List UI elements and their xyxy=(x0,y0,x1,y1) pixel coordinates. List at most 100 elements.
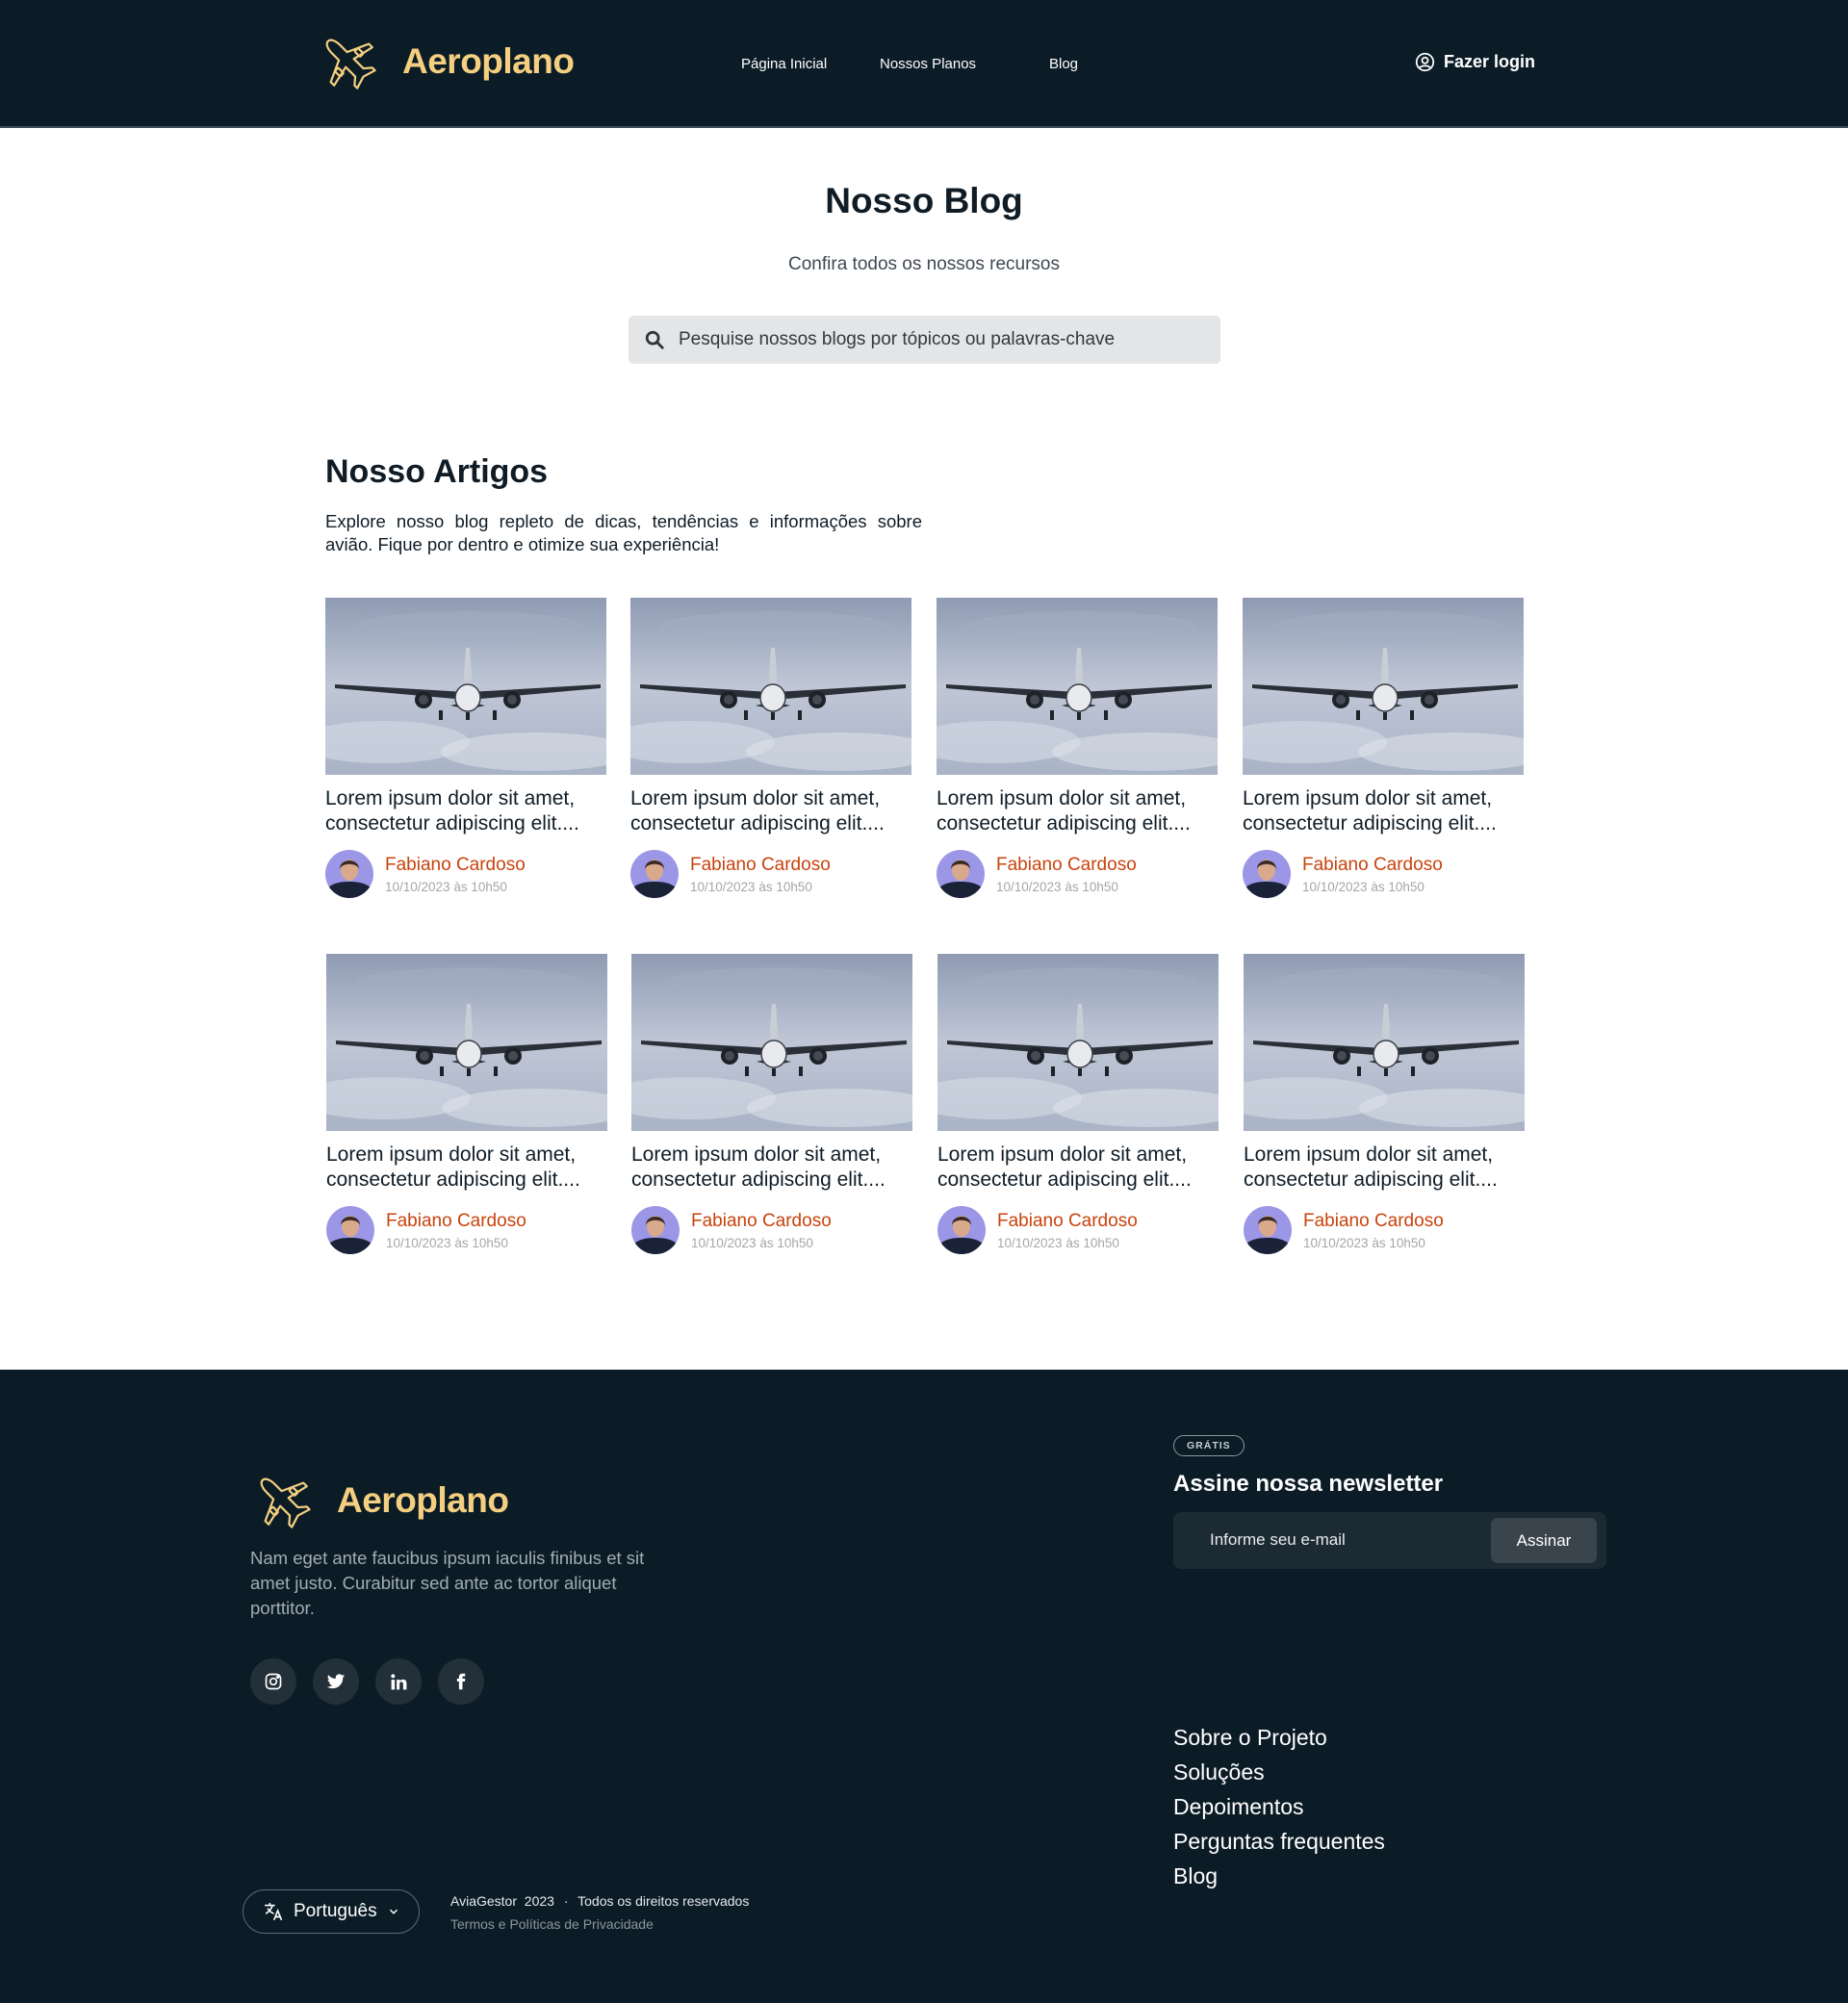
article-author: Fabiano Cardoso 10/10/2023 às 10h50 xyxy=(630,850,911,898)
footer-brand-name: Aeroplano xyxy=(337,1480,509,1520)
social-links xyxy=(250,1658,484,1705)
article-card[interactable]: Lorem ipsum dolor sit amet, consectetur a… xyxy=(937,954,1219,1254)
nav-link-plans[interactable]: Nossos Planos xyxy=(880,56,976,72)
author-avatar xyxy=(937,1206,986,1254)
copyright: AviaGestor 2023 · Todos os direitos rese… xyxy=(450,1893,750,1909)
article-date: 10/10/2023 às 10h50 xyxy=(691,1235,813,1250)
chevron-down-icon xyxy=(389,1909,398,1914)
article-title[interactable]: Lorem ipsum dolor sit amet, consectetur a… xyxy=(630,786,919,836)
facebook-icon[interactable] xyxy=(438,1658,484,1705)
brand-logo[interactable]: Aeroplano xyxy=(316,29,575,94)
author-name[interactable]: Fabiano Cardoso xyxy=(386,1211,526,1232)
article-author: Fabiano Cardoso 10/10/2023 às 10h50 xyxy=(1244,1206,1525,1254)
article-author: Fabiano Cardoso 10/10/2023 às 10h50 xyxy=(326,1206,607,1254)
author-name[interactable]: Fabiano Cardoso xyxy=(385,855,526,876)
article-date: 10/10/2023 às 10h50 xyxy=(1303,1235,1425,1250)
footer-link-about[interactable]: Sobre o Projeto xyxy=(1173,1720,1385,1755)
copyright-company: AviaGestor xyxy=(450,1893,517,1909)
article-date: 10/10/2023 às 10h50 xyxy=(386,1235,508,1250)
author-name[interactable]: Fabiano Cardoso xyxy=(996,855,1137,876)
article-date: 10/10/2023 às 10h50 xyxy=(1302,879,1424,894)
airplane-logo-icon xyxy=(260,1477,311,1528)
article-card[interactable]: Lorem ipsum dolor sit amet, consectetur a… xyxy=(630,598,911,898)
language-selector[interactable]: Português xyxy=(243,1889,420,1934)
login-button[interactable]: Fazer login xyxy=(1415,52,1535,72)
brand-name: Aeroplano xyxy=(402,41,575,81)
twitter-icon[interactable] xyxy=(313,1658,359,1705)
footer-brand-logo[interactable]: Aeroplano xyxy=(250,1468,509,1533)
author-name[interactable]: Fabiano Cardoso xyxy=(691,1211,832,1232)
linkedin-icon[interactable] xyxy=(375,1658,422,1705)
author-avatar xyxy=(631,1206,680,1254)
instagram-icon[interactable] xyxy=(250,1658,296,1705)
top-navbar: Aeroplano Página Inicial Nossos Planos B… xyxy=(0,0,1848,128)
article-date: 10/10/2023 às 10h50 xyxy=(997,1235,1119,1250)
article-author: Fabiano Cardoso 10/10/2023 às 10h50 xyxy=(631,1206,912,1254)
translate-icon xyxy=(264,1902,283,1921)
author-avatar xyxy=(937,850,985,898)
airplane-photo xyxy=(1243,598,1524,775)
article-title[interactable]: Lorem ipsum dolor sit amet, consectetur a… xyxy=(937,786,1225,836)
airplane-photo xyxy=(631,954,912,1131)
copyright-year: 2023 xyxy=(524,1893,554,1909)
article-date: 10/10/2023 às 10h50 xyxy=(690,879,812,894)
airplane-photo xyxy=(630,598,911,775)
newsletter-title: Assine nossa newsletter xyxy=(1173,1471,1444,1497)
footer-link-testimonials[interactable]: Depoimentos xyxy=(1173,1789,1385,1824)
nav-link-home[interactable]: Página Inicial xyxy=(741,56,827,72)
article-card[interactable]: Lorem ipsum dolor sit amet, consectetur a… xyxy=(326,954,607,1254)
privacy-policy-link[interactable]: Termos e Políticas de Privacidade xyxy=(450,1916,654,1932)
author-avatar xyxy=(326,1206,374,1254)
article-author: Fabiano Cardoso 10/10/2023 às 10h50 xyxy=(325,850,606,898)
author-name[interactable]: Fabiano Cardoso xyxy=(1303,1211,1444,1232)
author-avatar xyxy=(1243,850,1291,898)
article-title[interactable]: Lorem ipsum dolor sit amet, consectetur a… xyxy=(326,1143,615,1193)
author-name[interactable]: Fabiano Cardoso xyxy=(1302,855,1443,876)
airplane-logo-icon xyxy=(325,39,376,90)
articles-section-title: Nosso Artigos xyxy=(325,453,549,490)
airplane-photo xyxy=(937,954,1219,1131)
article-card[interactable]: Lorem ipsum dolor sit amet, consectetur a… xyxy=(937,598,1218,898)
article-title[interactable]: Lorem ipsum dolor sit amet, consectetur a… xyxy=(1243,786,1531,836)
newsletter-form: Assinar xyxy=(1173,1512,1606,1569)
login-label: Fazer login xyxy=(1444,52,1536,71)
page-title: Nosso Blog xyxy=(825,181,1023,220)
article-date: 10/10/2023 às 10h50 xyxy=(385,879,507,894)
article-author: Fabiano Cardoso 10/10/2023 às 10h50 xyxy=(1243,850,1524,898)
article-title[interactable]: Lorem ipsum dolor sit amet, consectetur a… xyxy=(631,1143,920,1193)
nav-link-blog[interactable]: Blog xyxy=(1049,56,1078,72)
footer-link-blog[interactable]: Blog xyxy=(1173,1859,1385,1893)
author-avatar xyxy=(630,850,679,898)
newsletter-badge: GRÁTIS xyxy=(1173,1435,1245,1456)
articles-section-description: Explore nosso blog repleto de dicas, ten… xyxy=(325,511,922,554)
author-name[interactable]: Fabiano Cardoso xyxy=(690,855,831,876)
airplane-photo xyxy=(937,598,1218,775)
footer-link-faq[interactable]: Perguntas frequentes xyxy=(1173,1824,1385,1859)
user-circle-icon xyxy=(1415,52,1435,72)
footer-description: Nam eget ante faucibus ipsum iaculis fin… xyxy=(250,1548,645,1618)
article-date: 10/10/2023 às 10h50 xyxy=(996,879,1118,894)
article-card[interactable]: Lorem ipsum dolor sit amet, consectetur a… xyxy=(1244,954,1525,1254)
language-label: Português xyxy=(294,1901,377,1921)
footer-links: Sobre o Projeto Soluções Depoimentos Per… xyxy=(1173,1720,1385,1893)
newsletter-subscribe-button[interactable]: Assinar xyxy=(1491,1518,1597,1563)
article-author: Fabiano Cardoso 10/10/2023 às 10h50 xyxy=(937,850,1218,898)
search-input[interactable] xyxy=(679,329,1198,350)
article-card[interactable]: Lorem ipsum dolor sit amet, consectetur a… xyxy=(631,954,912,1254)
article-title[interactable]: Lorem ipsum dolor sit amet, consectetur a… xyxy=(325,786,614,836)
article-card[interactable]: Lorem ipsum dolor sit amet, consectetur a… xyxy=(1243,598,1524,898)
footer: Aeroplano Nam eget ante faucibus ipsum i… xyxy=(0,1370,1848,2003)
page-subtitle: Confira todos os nossos recursos xyxy=(788,254,1060,274)
airplane-photo xyxy=(326,954,607,1131)
article-author: Fabiano Cardoso 10/10/2023 às 10h50 xyxy=(937,1206,1219,1254)
author-name[interactable]: Fabiano Cardoso xyxy=(997,1211,1138,1232)
article-title[interactable]: Lorem ipsum dolor sit amet, consectetur a… xyxy=(1244,1143,1532,1193)
newsletter-email-input[interactable] xyxy=(1210,1530,1460,1550)
search-icon xyxy=(645,330,664,349)
article-title[interactable]: Lorem ipsum dolor sit amet, consectetur a… xyxy=(937,1143,1226,1193)
footer-link-solutions[interactable]: Soluções xyxy=(1173,1755,1385,1789)
search-bar[interactable] xyxy=(629,316,1220,364)
article-card[interactable]: Lorem ipsum dolor sit amet, consectetur a… xyxy=(325,598,606,898)
author-avatar xyxy=(325,850,373,898)
airplane-photo xyxy=(325,598,606,775)
